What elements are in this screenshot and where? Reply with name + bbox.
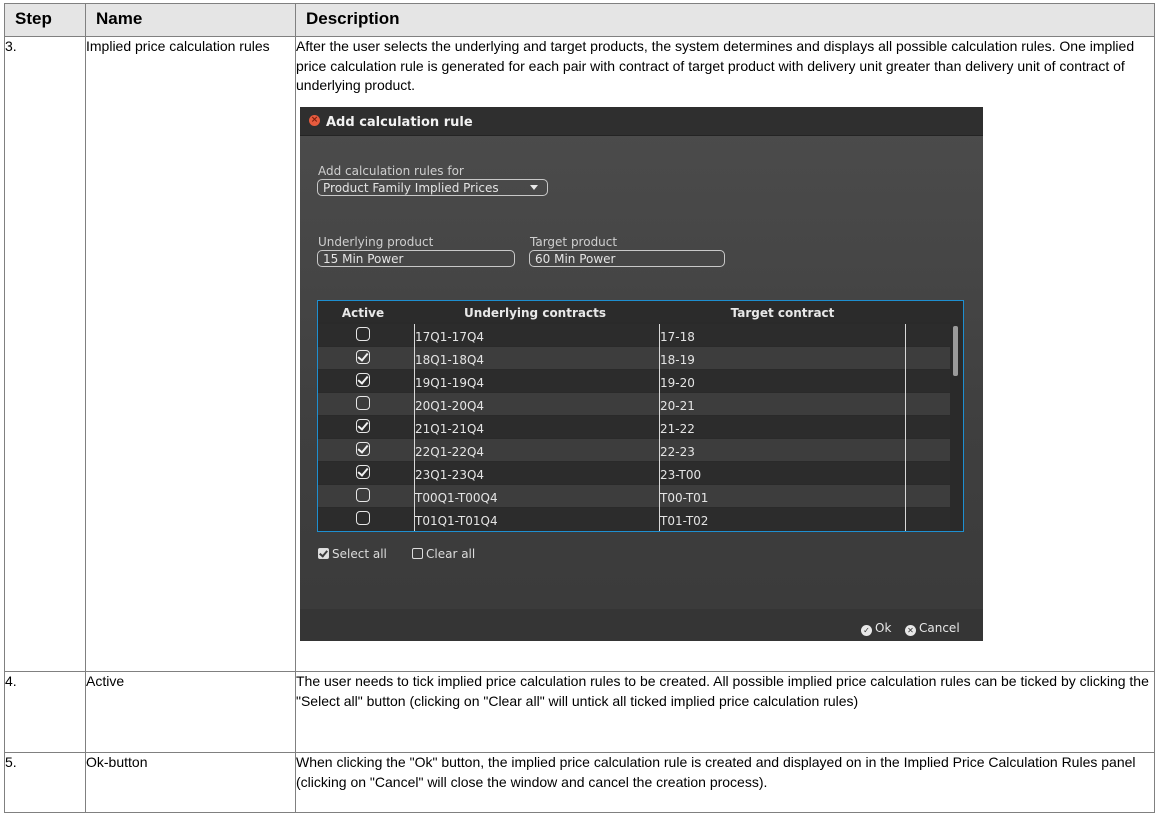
description-cell: After the user selects the underlying an… (295, 36, 1155, 672)
cancel-circle-icon: ✕ (905, 624, 916, 636)
name-cell: Ok-button (85, 752, 296, 813)
dialog-title-bar: × Add calculation rule (300, 106, 983, 135)
rules-for-select[interactable]: Product Family Implied Prices (317, 178, 548, 196)
active-checkbox[interactable] (356, 487, 370, 502)
table-row: 5. Ok-button When clicking the "Ok" butt… (4, 752, 1155, 813)
grid-divider (414, 323, 415, 531)
active-checkbox[interactable] (356, 372, 370, 387)
underlying-contract-cell: T00Q1-T00Q4 (415, 490, 498, 505)
header-name: Name (85, 3, 296, 37)
grid-divider (659, 323, 660, 531)
table-row[interactable]: T01Q1-T01Q4 T01-T02 (318, 507, 950, 530)
name-cell: Active (85, 671, 296, 753)
active-checkbox[interactable] (356, 349, 370, 364)
header-step: Step (4, 3, 86, 37)
table-row[interactable]: 19Q1-19Q4 19-20 (318, 369, 950, 392)
underlying-contract-cell: 19Q1-19Q4 (415, 375, 485, 390)
underlying-contract-cell: T01Q1-T01Q4 (415, 513, 498, 528)
ok-label: Ok (875, 620, 892, 635)
rules-for-value: Product Family Implied Prices (323, 180, 499, 195)
step-cell: 3. (4, 36, 86, 672)
header-description: Description (295, 3, 1155, 37)
chevron-down-icon (530, 184, 538, 190)
dialog-title: Add calculation rule (326, 114, 473, 130)
select-all-label: Select all (332, 546, 387, 561)
target-contract-cell: T01-T02 (660, 513, 709, 528)
underlying-contract-cell: 18Q1-18Q4 (415, 352, 485, 367)
grid-scrollbar[interactable] (950, 323, 962, 531)
target-contract-cell: 20-21 (660, 398, 695, 413)
active-checkbox[interactable] (356, 418, 370, 433)
table-row[interactable]: 18Q1-18Q4 18-19 (318, 346, 950, 369)
table-header-row: Step Name Description (4, 3, 1155, 37)
scrollbar-thumb[interactable] (953, 325, 958, 376)
cancel-label: Cancel (919, 620, 960, 635)
grid-divider (905, 323, 906, 531)
step-cell: 5. (4, 752, 86, 813)
underlying-contract-cell: 17Q1-17Q4 (415, 329, 485, 344)
table-row[interactable]: 23Q1-23Q4 23-T00 (318, 461, 950, 484)
target-contract-cell: 18-19 (660, 352, 695, 367)
description-cell: When clicking the "Ok" button, the impli… (295, 752, 1155, 813)
grid-header-target: Target contract (730, 305, 835, 320)
grid-header-underlying: Underlying contracts (464, 305, 606, 320)
checked-box-icon (318, 547, 329, 559)
table-row: 4. Active The user needs to tick implied… (4, 671, 1155, 753)
table-row[interactable]: 20Q1-20Q4 20-21 (318, 392, 950, 415)
target-product-field[interactable]: 60 Min Power (529, 249, 725, 267)
empty-box-icon (412, 547, 423, 559)
target-contract-cell: 21-22 (660, 421, 695, 436)
step-cell: 4. (4, 671, 86, 753)
underlying-product-field[interactable]: 15 Min Power (317, 249, 515, 267)
active-checkbox[interactable] (356, 441, 370, 456)
target-contract-cell: 22-23 (660, 444, 695, 459)
target-contract-cell: 23-T00 (660, 467, 702, 482)
name-cell: Implied price calculation rules (85, 36, 296, 672)
check-circle-icon: ✓ (861, 624, 872, 636)
active-checkbox[interactable] (356, 326, 370, 341)
active-checkbox[interactable] (356, 464, 370, 479)
underlying-contract-cell: 21Q1-21Q4 (415, 421, 485, 436)
table-row[interactable]: T00Q1-T00Q4 T00-T01 (318, 484, 950, 507)
cancel-button[interactable]: ✕ Cancel (905, 619, 960, 639)
grid-header: Active Underlying contracts Target contr… (318, 300, 963, 322)
grid-header-active: Active (341, 305, 385, 320)
table-row: 3. Implied price calculation rules After… (4, 36, 1155, 672)
table-row[interactable]: 17Q1-17Q4 17-18 (318, 323, 950, 346)
ok-button[interactable]: ✓ Ok (861, 619, 891, 639)
target-contract-cell: 19-20 (660, 375, 695, 390)
underlying-contract-cell: 23Q1-23Q4 (415, 467, 485, 482)
dialog-footer: ✓ Ok ✕ Cancel (300, 608, 983, 641)
add-calculation-rule-dialog: × Add calculation rule Add calculation r… (300, 106, 983, 641)
select-all-button[interactable]: Select all (318, 545, 387, 565)
clear-all-button[interactable]: Clear all (412, 545, 475, 565)
target-contract-cell: 17-18 (660, 329, 695, 344)
description-text: After the user selects the underlying an… (296, 38, 1135, 93)
underlying-contract-cell: 22Q1-22Q4 (415, 444, 485, 459)
underlying-contract-cell: 20Q1-20Q4 (415, 398, 485, 413)
active-checkbox[interactable] (356, 395, 370, 410)
contracts-grid: Active Underlying contracts Target contr… (317, 299, 964, 532)
table-row[interactable]: 21Q1-21Q4 21-22 (318, 415, 950, 438)
close-icon[interactable]: × (309, 114, 320, 126)
active-checkbox[interactable] (356, 510, 370, 525)
clear-all-label: Clear all (426, 546, 476, 561)
description-cell: The user needs to tick implied price cal… (295, 671, 1155, 753)
target-contract-cell: T00-T01 (660, 490, 709, 505)
table-row[interactable]: 22Q1-22Q4 22-23 (318, 438, 950, 461)
procedure-table: Step Name Description 3. Implied price c… (4, 3, 1155, 813)
